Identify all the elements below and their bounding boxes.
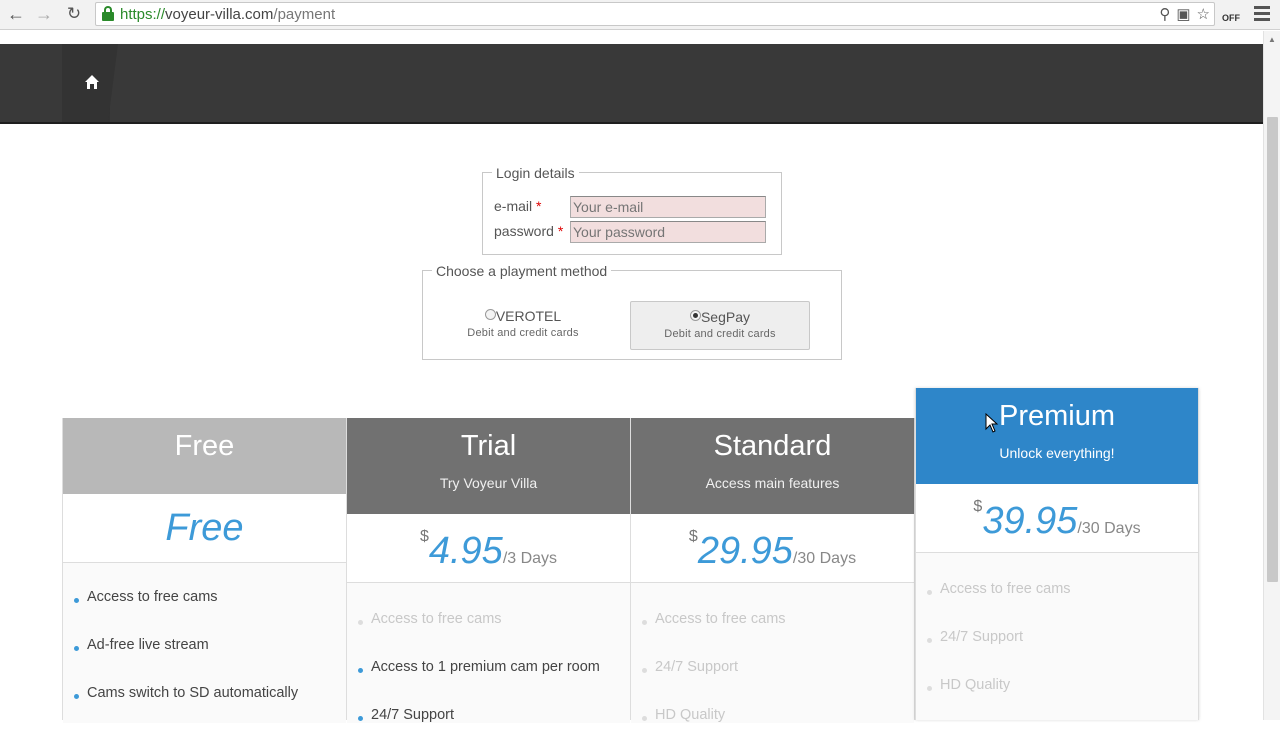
verotel-label: VEROTEL xyxy=(495,308,562,324)
segpay-label: SegPay xyxy=(700,309,751,325)
list-item: Access to free cams xyxy=(916,577,1198,625)
plan-trial-period: /3 Days xyxy=(502,550,558,567)
url-host: voyeur-villa.com xyxy=(165,6,274,23)
scroll-up-arrow-icon[interactable]: ▲ xyxy=(1268,35,1276,44)
email-label: e-mail * xyxy=(494,198,541,214)
mouse-cursor-icon xyxy=(985,413,999,433)
verotel-description: Debit and credit cards xyxy=(467,327,579,339)
payment-option-verotel[interactable]: VEROTEL Debit and credit cards xyxy=(433,301,613,350)
plan-trial-header: Trial Try Voyeur Villa xyxy=(347,418,630,514)
plan-free-price-text: Free xyxy=(165,507,244,549)
browser-menu-icon[interactable] xyxy=(1254,6,1276,24)
key-icon[interactable]: ⚲ xyxy=(1159,5,1170,23)
list-item: Access to free cams xyxy=(631,607,914,655)
email-field[interactable] xyxy=(570,196,766,218)
plan-standard-amount: 29.95 xyxy=(697,530,793,572)
list-item: 24/7 Support xyxy=(631,655,914,703)
payment-legend: Choose a playment method xyxy=(432,263,612,279)
plan-premium-features: Access to free cams 24/7 Support HD Qual… xyxy=(916,553,1198,720)
verotel-radio[interactable] xyxy=(484,309,496,320)
list-item: Access to free cams xyxy=(63,585,346,633)
url-scheme: https:// xyxy=(120,6,166,23)
plan-trial[interactable]: Trial Try Voyeur Villa $4.95/3 Days Acce… xyxy=(347,418,631,723)
forward-arrow-icon[interactable]: → xyxy=(34,4,54,24)
plan-trial-subtitle: Try Voyeur Villa xyxy=(439,475,538,491)
plan-premium-period: /30 Days xyxy=(1077,520,1141,537)
plan-trial-features: Access to free cams Access to 1 premium … xyxy=(347,583,630,723)
list-item: HD Quality xyxy=(631,703,914,751)
lock-icon xyxy=(102,6,114,22)
password-required-mark: * xyxy=(557,223,564,239)
plan-trial-currency: $ xyxy=(419,528,429,545)
plan-standard-header: Standard Access main features xyxy=(631,418,914,514)
plan-premium-name: Premium xyxy=(998,400,1115,432)
plan-standard-name: Standard xyxy=(713,430,832,462)
address-bar[interactable]: https://voyeur-villa.com/payment ⚲ ▣ ☆ xyxy=(95,2,1215,26)
login-legend: Login details xyxy=(492,165,579,181)
url-text: https://voyeur-villa.com/payment xyxy=(120,6,335,23)
login-fieldset: Login details e-mail * password * xyxy=(482,165,782,255)
list-item: 24/7 Support xyxy=(916,625,1198,673)
reload-icon[interactable]: ↻ xyxy=(64,4,84,24)
email-label-text: e-mail xyxy=(494,198,533,214)
plan-standard-subtitle: Access main features xyxy=(705,475,840,491)
list-item: Access to free cams xyxy=(347,607,630,655)
plan-premium[interactable]: Premium Unlock everything! $39.95/30 Day… xyxy=(915,388,1199,720)
plan-trial-name: Trial xyxy=(460,430,517,462)
url-path: /payment xyxy=(273,6,336,23)
plan-trial-price: $4.95/3 Days xyxy=(347,514,630,583)
segpay-description: Debit and credit cards xyxy=(664,328,776,340)
omnibox-icons: ⚲ ▣ ☆ xyxy=(1159,5,1210,23)
site-header xyxy=(0,44,1263,124)
plan-free-name: Free xyxy=(174,430,235,462)
plan-premium-subtitle: Unlock everything! xyxy=(999,445,1115,461)
plan-standard-period: /30 Days xyxy=(792,550,857,567)
plan-free-header: Free xyxy=(63,418,346,494)
payment-option-segpay[interactable]: SegPay Debit and credit cards xyxy=(630,301,810,350)
home-icon[interactable] xyxy=(84,74,100,90)
list-item: 24/7 Support xyxy=(347,703,630,751)
plan-standard-currency: $ xyxy=(688,528,698,545)
password-label-text: password xyxy=(494,223,554,239)
browser-toolbar: ← → ↻ https://voyeur-villa.com/payment ⚲… xyxy=(0,0,1280,30)
password-label: password * xyxy=(494,223,563,239)
translate-icon[interactable]: ▣ xyxy=(1176,5,1190,23)
plan-trial-amount: 4.95 xyxy=(428,530,503,572)
scrollbar-thumb[interactable] xyxy=(1267,117,1278,582)
plan-premium-price: $39.95/30 Days xyxy=(916,484,1198,553)
bookmark-star-icon[interactable]: ☆ xyxy=(1197,5,1210,23)
page-scrollbar[interactable]: ▲ xyxy=(1263,31,1280,720)
segpay-radio[interactable] xyxy=(689,310,701,321)
list-item: Cams switch to SD automatically xyxy=(63,681,346,729)
plan-standard[interactable]: Standard Access main features $29.95/30 … xyxy=(631,418,915,723)
payment-method-fieldset: Choose a playment method VEROTEL Debit a… xyxy=(422,263,842,360)
plan-free-features: Access to free cams Ad-free live stream … xyxy=(63,563,346,723)
list-item: Ad-free live stream xyxy=(63,633,346,681)
plan-free[interactable]: Free Free Access to free cams Ad-free li… xyxy=(62,418,347,723)
back-arrow-icon[interactable]: ← xyxy=(6,4,26,24)
plan-standard-price: $29.95/30 Days xyxy=(631,514,914,583)
plan-premium-header: Premium Unlock everything! xyxy=(916,388,1198,484)
list-item: HD Quality xyxy=(916,673,1198,721)
plan-premium-currency: $ xyxy=(973,498,983,515)
plan-standard-features: Access to free cams 24/7 Support HD Qual… xyxy=(631,583,914,723)
plan-premium-amount: 39.95 xyxy=(982,500,1078,542)
plan-free-price: Free xyxy=(63,494,346,563)
email-required-mark: * xyxy=(536,198,542,214)
password-field[interactable] xyxy=(570,221,766,243)
extension-off-icon[interactable]: OFF xyxy=(1220,6,1242,26)
list-item: Access to 1 premium cam per room xyxy=(347,655,630,703)
